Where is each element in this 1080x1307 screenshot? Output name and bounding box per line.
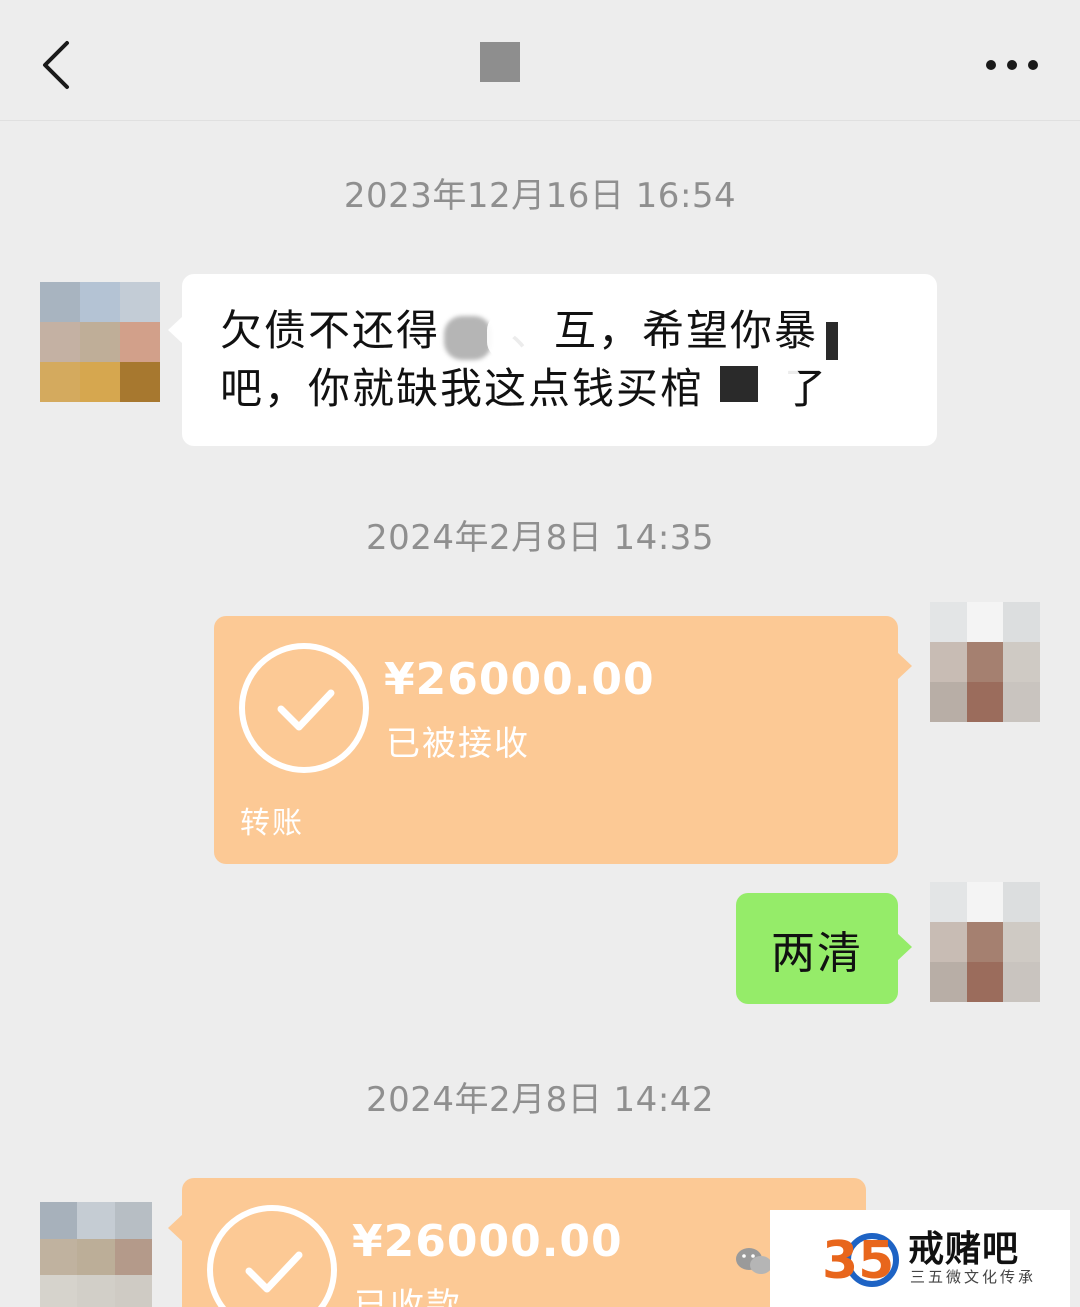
transfer-status: 已收款 (354, 1286, 462, 1307)
more-horizontal-icon (986, 60, 1038, 70)
transfer-amount: ¥26000.00 (352, 1216, 623, 1267)
watermark-subtitle: 三五微文化传承 (910, 1268, 1037, 1286)
message-text-part: ，希望你暴 (598, 306, 819, 355)
message-timestamp: 2024年2月8日 14:42 (365, 1080, 715, 1120)
brand-logo: 35 (822, 1231, 899, 1291)
contact-avatar[interactable] (40, 1202, 152, 1307)
chat-screen: 2023年12月16日 16:54 欠债不还得 、互，希望你暴 吧，你就缺我这点钱… (0, 0, 1080, 1307)
redaction-smudge (487, 314, 537, 358)
message-timestamp: 2023年12月16日 16:54 (343, 176, 737, 216)
chat-header (0, 0, 1080, 121)
contact-avatar[interactable] (40, 282, 160, 402)
transfer-card-incoming[interactable]: ¥26000.00 已收款 (168, 1178, 866, 1307)
message-timestamp: 2024年2月8日 14:35 (365, 518, 715, 558)
back-button[interactable] (26, 30, 86, 100)
message-text-part: 欠债不还得 (220, 306, 441, 355)
redaction-block (826, 322, 838, 360)
transfer-amount: ¥26000.00 (384, 654, 655, 705)
my-avatar[interactable] (930, 602, 1040, 722)
more-options-button[interactable] (972, 45, 1052, 85)
my-avatar[interactable] (930, 882, 1040, 1002)
redaction-smudge (760, 366, 802, 406)
redaction-block (720, 366, 758, 402)
transfer-card-outgoing[interactable]: ¥26000.00 已被接收 转账 (214, 616, 912, 864)
watermark-name: 戒赌吧 (908, 1229, 1020, 1270)
check-circle-icon (207, 1205, 337, 1307)
redaction-smudge (444, 316, 492, 360)
check-circle-icon (239, 643, 369, 773)
watermark-logo: 35 戒赌吧 三五微文化传承 (770, 1210, 1070, 1307)
message-bubble-outgoing[interactable]: 两清 (736, 893, 912, 1004)
wechat-icon (736, 1248, 772, 1274)
transfer-label: 转账 (240, 806, 304, 841)
logo-text: 35 (822, 1231, 894, 1291)
chat-title-redacted (480, 42, 520, 82)
message-bubble-incoming[interactable]: 欠债不还得 、互，希望你暴 吧，你就缺我这点钱买棺了 (168, 274, 937, 446)
message-text-part: 吧，你就缺我这点钱买棺 (220, 364, 705, 413)
message-text: 两清 (771, 927, 863, 979)
chevron-left-icon (43, 41, 69, 89)
transfer-status: 已被接收 (386, 724, 530, 764)
